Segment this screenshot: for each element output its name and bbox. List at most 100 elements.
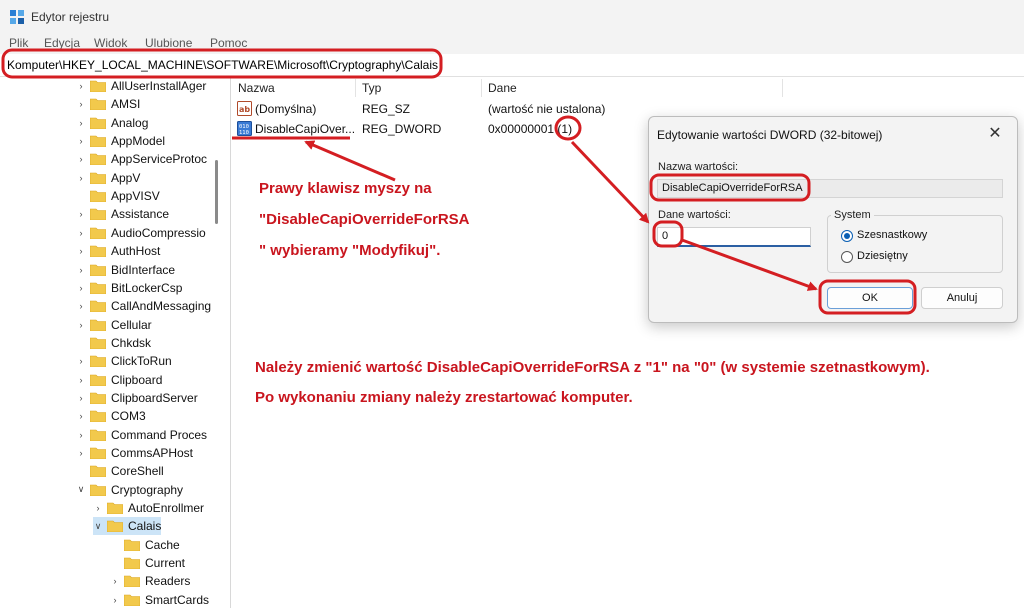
menu-file[interactable]: Plik bbox=[9, 36, 28, 50]
menu-help[interactable]: Pomoc bbox=[210, 36, 247, 50]
menu-view[interactable]: Widok bbox=[94, 36, 127, 50]
folder-icon bbox=[90, 80, 106, 92]
folder-icon bbox=[90, 154, 106, 166]
chevron-right-icon[interactable]: › bbox=[76, 99, 86, 109]
chevron-right-icon[interactable]: › bbox=[110, 576, 120, 586]
cancel-button[interactable]: Anuluj bbox=[921, 287, 1003, 309]
tree-scrollbar[interactable] bbox=[215, 160, 218, 224]
chevron-right-icon[interactable]: › bbox=[76, 81, 86, 91]
pane-splitter[interactable] bbox=[230, 77, 231, 608]
tree-item[interactable]: › AppServiceProtoc bbox=[76, 150, 208, 168]
value-row-disablecapi[interactable]: 010 110 DisableCapiOver... REG_DWORD 0x0… bbox=[231, 119, 631, 139]
close-icon[interactable]: ✕ bbox=[983, 123, 1007, 145]
chevron-right-icon[interactable]: › bbox=[76, 448, 86, 458]
chevron-right-icon[interactable]: › bbox=[76, 228, 86, 238]
tree-item[interactable]: › AMSI bbox=[76, 95, 141, 113]
chevron-right-icon[interactable]: › bbox=[110, 595, 120, 605]
address-bar[interactable]: Komputer\HKEY_LOCAL_MACHINE\SOFTWARE\Mic… bbox=[0, 54, 1024, 77]
folder-icon bbox=[90, 135, 106, 148]
chevron-right-icon[interactable]: › bbox=[76, 136, 86, 146]
tree-item[interactable]: › AudioCompressio bbox=[76, 224, 206, 242]
value-data-label: Dane wartości: bbox=[658, 209, 731, 221]
chevron-right-icon[interactable]: › bbox=[76, 209, 86, 219]
value-data-text[interactable]: 0 bbox=[662, 230, 668, 242]
chevron-right-icon[interactable]: › bbox=[76, 283, 86, 293]
chevron-right-icon[interactable]: › bbox=[76, 320, 86, 330]
column-separator[interactable] bbox=[355, 79, 356, 97]
tree-item[interactable]: › AutoEnrollmer bbox=[93, 499, 205, 517]
chevron-right-icon[interactable]: › bbox=[76, 430, 86, 440]
tree-item[interactable]: › BidInterface bbox=[76, 261, 176, 279]
chevron-right-icon[interactable]: › bbox=[76, 246, 86, 256]
tree-item[interactable]: Current bbox=[110, 554, 185, 572]
tree-item[interactable]: AppVISV bbox=[76, 187, 160, 205]
tree-item[interactable]: › COM3 bbox=[76, 407, 146, 425]
tree-item[interactable]: ∨ Calais bbox=[93, 517, 162, 536]
chevron-right-icon[interactable]: › bbox=[76, 393, 86, 403]
tree-item[interactable]: › AuthHost bbox=[76, 242, 161, 260]
value-row-default[interactable]: ab (Domyślna) REG_SZ (wartość nie ustalo… bbox=[231, 99, 631, 119]
arrow-to-data-field bbox=[570, 140, 650, 224]
value-type: REG_SZ bbox=[362, 102, 411, 116]
tree-item-label: AuthHost bbox=[111, 244, 161, 259]
tree-item[interactable]: › Clipboard bbox=[76, 371, 163, 389]
column-separator[interactable] bbox=[782, 79, 783, 97]
radio-hexadecimal-label[interactable]: Szesnastkowy bbox=[857, 229, 927, 241]
tree-item[interactable]: › ClickToRun bbox=[76, 352, 172, 370]
tree-item[interactable]: › Readers bbox=[110, 572, 191, 590]
string-value-icon: ab bbox=[237, 101, 252, 116]
tree-item-label: Assistance bbox=[111, 207, 170, 222]
chevron-right-icon[interactable]: › bbox=[93, 503, 103, 513]
chevron-right-icon[interactable]: › bbox=[76, 375, 86, 385]
tree-item[interactable]: › Command Proces bbox=[76, 426, 208, 444]
column-data[interactable]: Dane bbox=[488, 81, 517, 95]
chevron-right-icon[interactable]: › bbox=[76, 265, 86, 275]
tree-item[interactable]: › CallAndMessaging bbox=[76, 297, 212, 315]
tree-item[interactable]: Chkdsk bbox=[76, 334, 151, 352]
chevron-right-icon[interactable]: › bbox=[76, 411, 86, 421]
tree-item[interactable]: › ClipboardServer bbox=[76, 389, 198, 407]
folder-icon bbox=[90, 227, 106, 239]
tree-item[interactable]: › AllUserInstallAger bbox=[76, 77, 207, 95]
chevron-right-icon[interactable]: › bbox=[76, 118, 86, 128]
annotation-note-1: "DisableCapiOverrideForRSA bbox=[259, 211, 470, 228]
column-name[interactable]: Nazwa bbox=[238, 81, 275, 95]
value-data-input[interactable]: 0 bbox=[657, 227, 811, 247]
chevron-right-icon[interactable]: › bbox=[76, 154, 86, 164]
window-title: Edytor rejestru bbox=[31, 10, 110, 24]
value-type: REG_DWORD bbox=[362, 122, 442, 136]
value-data: 0x00000001 (1) bbox=[488, 122, 573, 136]
folder-icon bbox=[107, 502, 123, 515]
folder-icon bbox=[124, 594, 140, 606]
chevron-down-icon[interactable]: ∨ bbox=[76, 484, 86, 495]
ok-button[interactable]: OK bbox=[827, 287, 913, 309]
tree-item[interactable]: › BitLockerCsp bbox=[76, 279, 183, 297]
tree-item[interactable]: › Assistance bbox=[76, 205, 170, 223]
chevron-right-icon[interactable]: › bbox=[76, 301, 86, 311]
radio-decimal-label[interactable]: Dziesiętny bbox=[857, 250, 908, 262]
tree-item[interactable]: › CommsAPHost bbox=[76, 444, 194, 462]
tree-item[interactable]: › AppV bbox=[76, 169, 141, 187]
menu-edit[interactable]: Edycja bbox=[44, 36, 80, 50]
tree-item[interactable]: › Cellular bbox=[76, 316, 152, 334]
registry-tree[interactable]: › AllUserInstallAger › AMSI › Analog › AppModel… bbox=[0, 77, 226, 608]
chevron-down-icon[interactable]: ∨ bbox=[93, 521, 103, 532]
column-type[interactable]: Typ bbox=[362, 81, 381, 95]
tree-item[interactable]: Cache bbox=[110, 536, 180, 554]
address-path[interactable]: Komputer\HKEY_LOCAL_MACHINE\SOFTWARE\Mic… bbox=[7, 58, 438, 72]
svg-text:ab: ab bbox=[239, 105, 250, 114]
tree-item-label: Cryptography bbox=[111, 482, 184, 497]
chevron-right-icon[interactable]: › bbox=[76, 173, 86, 183]
radio-hexadecimal[interactable] bbox=[841, 230, 853, 242]
tree-item[interactable]: CoreShell bbox=[76, 462, 164, 480]
menu-favorites[interactable]: Ulubione bbox=[145, 36, 192, 50]
tree-item[interactable]: › Analog bbox=[76, 114, 149, 132]
radio-decimal[interactable] bbox=[841, 251, 853, 263]
tree-item-label: AllUserInstallAger bbox=[111, 79, 207, 93]
tree-item[interactable]: › AppModel bbox=[76, 132, 166, 150]
tree-item[interactable]: › SmartCards bbox=[110, 591, 210, 608]
chevron-right-icon[interactable]: › bbox=[76, 356, 86, 366]
tree-item[interactable]: ∨ Cryptography bbox=[76, 481, 183, 499]
column-separator[interactable] bbox=[481, 79, 482, 97]
folder-icon bbox=[90, 466, 106, 478]
